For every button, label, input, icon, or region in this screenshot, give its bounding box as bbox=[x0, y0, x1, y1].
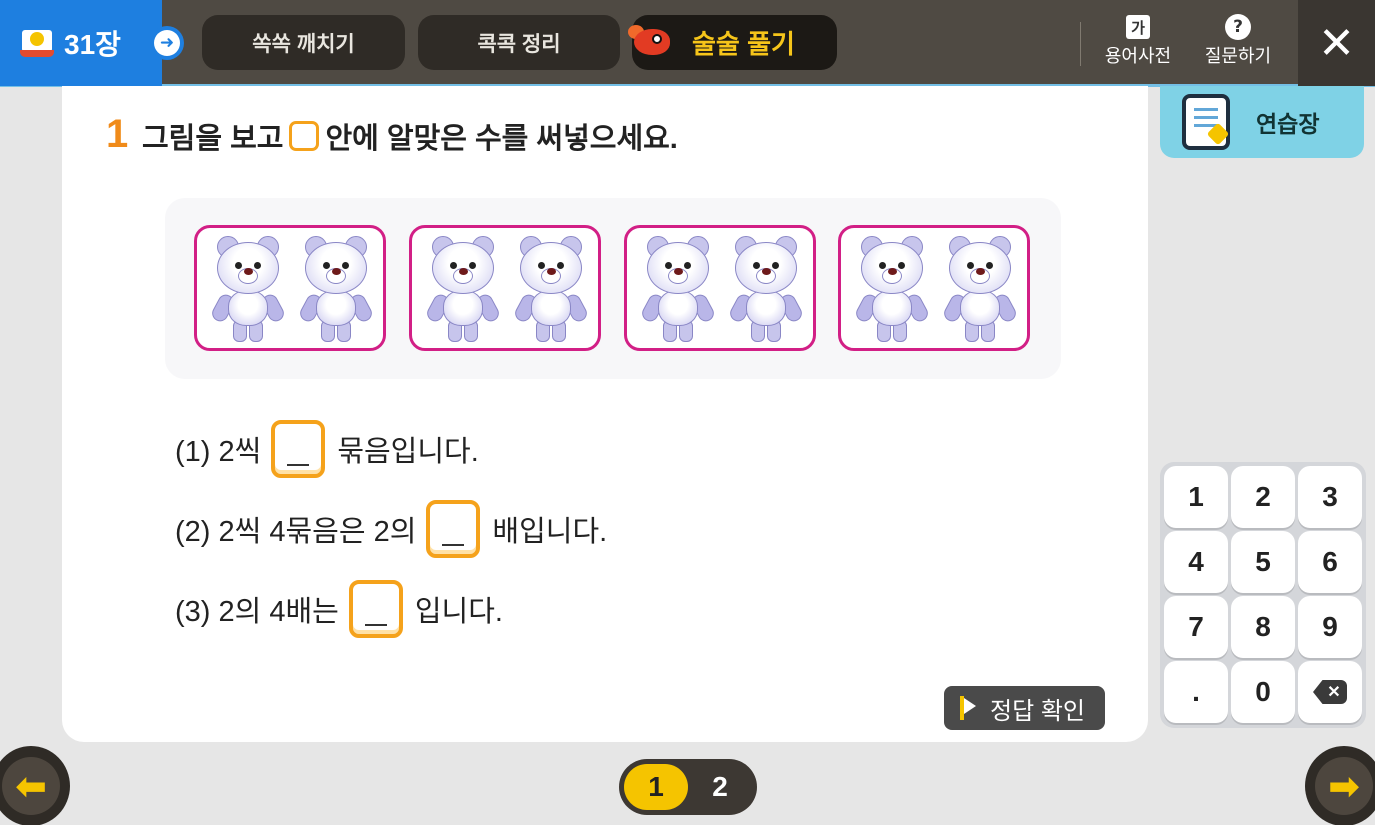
close-icon: ✕ bbox=[1318, 17, 1355, 69]
teddy-bear-icon bbox=[853, 236, 931, 344]
tab-learn[interactable]: 쏙쏙 깨치기 bbox=[202, 15, 405, 70]
arrow-left-icon: ⬅ bbox=[2, 757, 60, 815]
dictionary-button[interactable]: 가 용어사전 bbox=[1096, 12, 1180, 74]
answer-input-3[interactable] bbox=[348, 580, 403, 638]
answer-input-1[interactable] bbox=[271, 420, 326, 478]
page-indicator: 1 2 bbox=[619, 759, 757, 815]
bear-group bbox=[194, 225, 386, 351]
keypad-key-6[interactable]: 6 bbox=[1298, 531, 1362, 593]
teddy-bear-illustration bbox=[165, 198, 1061, 379]
notebook-pencil-icon bbox=[1182, 94, 1230, 150]
dictionary-icon: 가 bbox=[1126, 15, 1150, 39]
tab-label: 콕콕 정리 bbox=[477, 32, 561, 56]
check-answer-label: 정답 확인 bbox=[990, 697, 1085, 725]
teddy-bear-icon bbox=[209, 236, 287, 344]
keypad-key-7[interactable]: 7 bbox=[1164, 596, 1228, 658]
teddy-bear-icon bbox=[424, 236, 502, 344]
sub-question-3: (3) 2의 4배는 입니다. bbox=[175, 580, 503, 638]
tab-label: 쏙쏙 깨치기 bbox=[252, 32, 355, 56]
content-panel bbox=[62, 86, 1148, 742]
sub-question-label: (2) 2씩 4묶음은 2의 bbox=[175, 516, 417, 548]
toolbar-divider bbox=[1080, 22, 1081, 66]
book-icon bbox=[20, 28, 54, 58]
prev-page-button[interactable]: ⬅ bbox=[0, 746, 70, 825]
check-answer-button[interactable]: 정답 확인 bbox=[944, 686, 1105, 730]
instruction-text-after: 안에 알맞은 수를 써넣으세요. bbox=[325, 123, 678, 155]
ask-question-label: 질문하기 bbox=[1204, 46, 1272, 67]
chapter-label: 31장 bbox=[64, 29, 121, 60]
sub-question-label: (1) 2씩 bbox=[175, 436, 262, 468]
instruction-text-before: 그림을 보고 bbox=[142, 123, 284, 155]
dictionary-label: 용어사전 bbox=[1104, 46, 1172, 67]
keypad-key-8[interactable]: 8 bbox=[1231, 596, 1295, 658]
page-button-1[interactable]: 1 bbox=[624, 764, 688, 810]
bear-group bbox=[838, 225, 1030, 351]
backspace-icon: ✕ bbox=[1313, 680, 1347, 704]
close-button[interactable]: ✕ bbox=[1298, 0, 1375, 86]
page-button-2[interactable]: 2 bbox=[688, 764, 752, 810]
number-keypad: 1 2 3 4 5 6 7 8 9 . 0 ✕ bbox=[1160, 462, 1366, 728]
workbook-label: 연습장 bbox=[1256, 111, 1320, 137]
question-icon: ? bbox=[1225, 14, 1251, 40]
answer-input-2[interactable] bbox=[426, 500, 481, 558]
tab-solve[interactable]: 술술 풀기 bbox=[628, 15, 837, 70]
sub-question-text: 입니다. bbox=[414, 596, 503, 628]
chapter-button[interactable]: 31장 ➜ bbox=[0, 0, 184, 86]
keypad-key-4[interactable]: 4 bbox=[1164, 531, 1228, 593]
arrow-right-icon: ➡ bbox=[1315, 757, 1373, 815]
keypad-key-9[interactable]: 9 bbox=[1298, 596, 1362, 658]
sub-question-label: (3) 2의 4배는 bbox=[175, 596, 339, 628]
question-instruction: 그림을 보고 안에 알맞은 수를 써넣으세요. bbox=[142, 115, 678, 157]
keypad-key-1[interactable]: 1 bbox=[1164, 466, 1228, 528]
keypad-key-3[interactable]: 3 bbox=[1298, 466, 1362, 528]
keypad-key-0[interactable]: 0 bbox=[1231, 661, 1295, 723]
ask-question-button[interactable]: ? 질문하기 bbox=[1196, 12, 1280, 74]
teddy-bear-icon bbox=[512, 236, 590, 344]
sub-question-text: 배입니다. bbox=[492, 516, 608, 548]
teddy-bear-icon bbox=[727, 236, 805, 344]
top-bar: 31장 ➜ 쏙쏙 깨치기 콕콕 정리 술술 풀기 가 용어사전 ? 질문하기 ✕ bbox=[0, 0, 1375, 87]
teddy-bear-icon bbox=[639, 236, 717, 344]
tab-label: 술술 풀기 bbox=[692, 29, 795, 59]
arrow-right-circle-icon[interactable]: ➜ bbox=[150, 26, 184, 60]
teddy-bear-icon bbox=[297, 236, 375, 344]
teddy-bear-icon bbox=[941, 236, 1019, 344]
keypad-key-dot[interactable]: . bbox=[1164, 661, 1228, 723]
keypad-key-5[interactable]: 5 bbox=[1231, 531, 1295, 593]
fish-mascot-icon bbox=[628, 21, 676, 61]
next-page-button[interactable]: ➡ bbox=[1305, 746, 1375, 825]
sub-question-2: (2) 2씩 4묶음은 2의 배입니다. bbox=[175, 500, 607, 558]
keypad-key-2[interactable]: 2 bbox=[1231, 466, 1295, 528]
bear-group bbox=[409, 225, 601, 351]
bear-group bbox=[624, 225, 816, 351]
tab-summary[interactable]: 콕콕 정리 bbox=[418, 15, 620, 70]
flag-icon bbox=[960, 696, 976, 720]
question-number: 1 bbox=[106, 112, 129, 156]
sub-question-text: 묶음입니다. bbox=[337, 436, 479, 468]
keypad-key-backspace[interactable]: ✕ bbox=[1298, 661, 1362, 723]
sub-question-1: (1) 2씩 묶음입니다. bbox=[175, 420, 479, 478]
workbook-button[interactable]: 연습장 bbox=[1160, 86, 1364, 158]
answer-box-icon bbox=[289, 121, 320, 151]
